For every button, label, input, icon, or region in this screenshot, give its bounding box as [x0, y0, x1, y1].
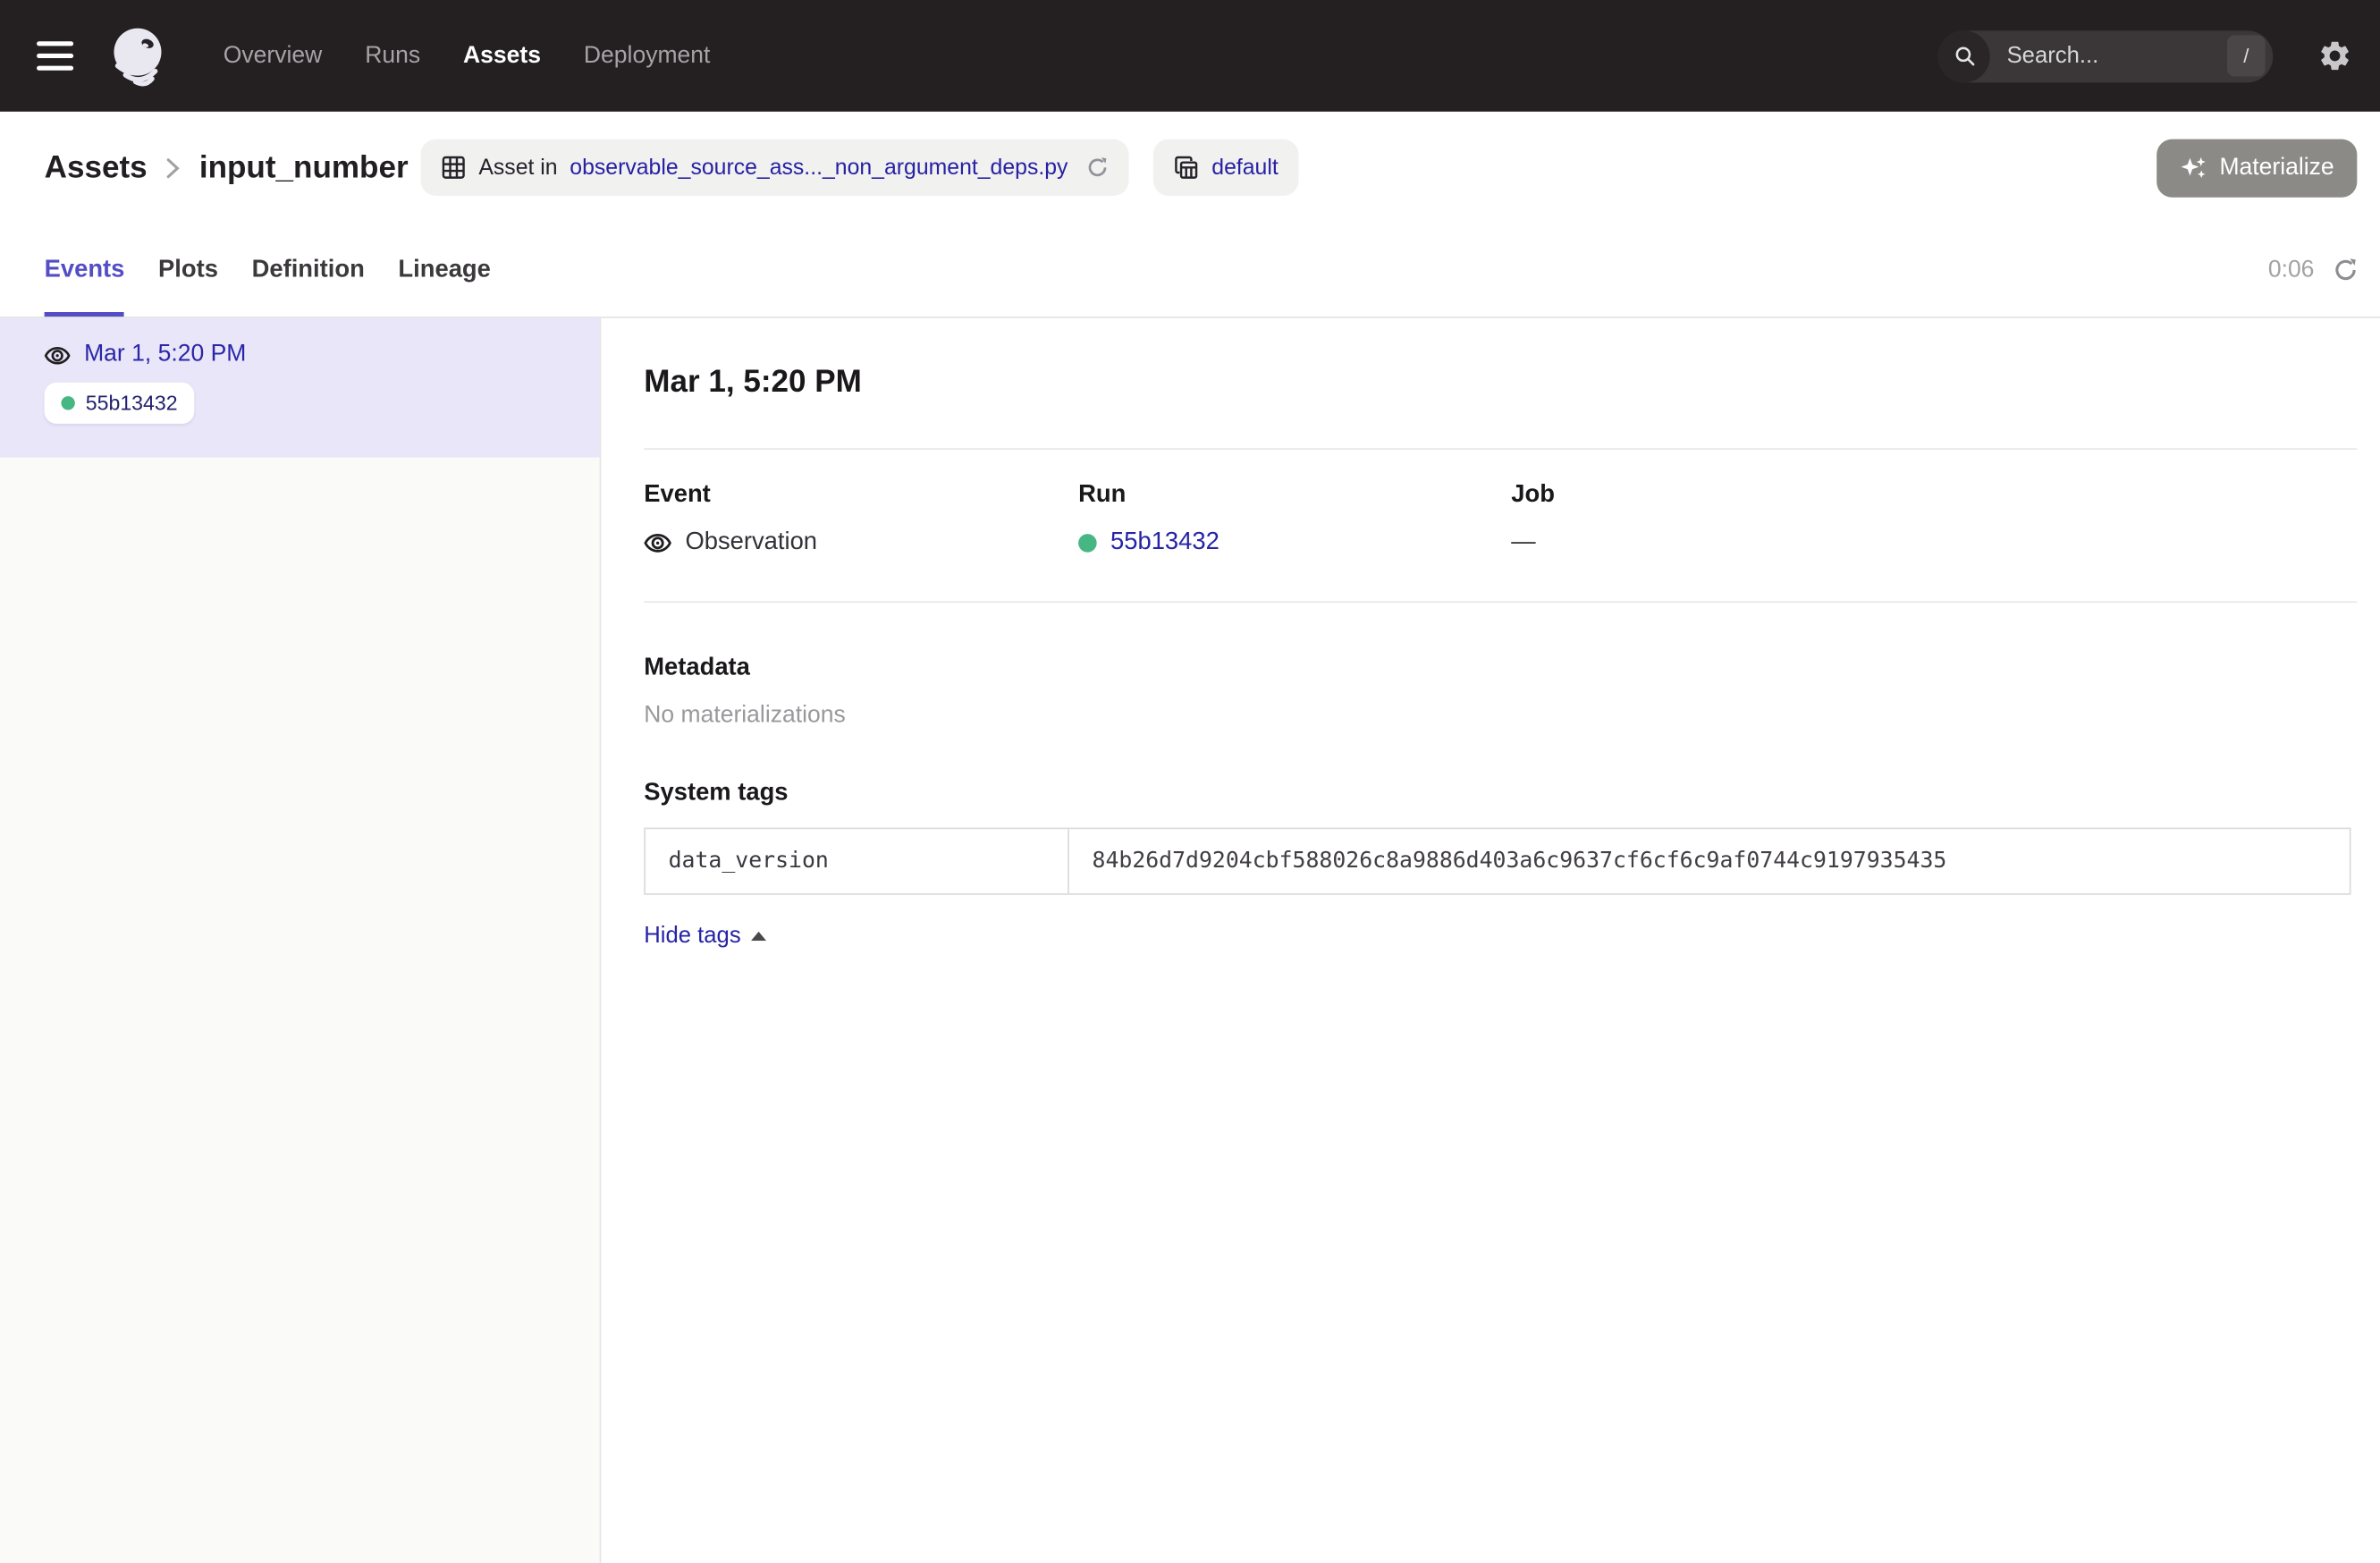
system-tags-table: data_version 84b26d7d9204cbf588026c8a988…: [644, 828, 2350, 895]
metadata-empty-message: No materializations: [644, 702, 2357, 730]
repo-icon: [1174, 155, 1200, 181]
hamburger-icon: [37, 41, 73, 46]
asset-definition-link[interactable]: observable_source_ass..._non_argument_de…: [570, 156, 1068, 180]
asset-definition-chip: Asset in observable_source_ass..._non_ar…: [420, 139, 1129, 196]
breadcrumb-assets-link[interactable]: Assets: [45, 149, 148, 186]
reload-icon: [1086, 156, 1110, 180]
tab-plots[interactable]: Plots: [158, 224, 218, 317]
nav-item-overview[interactable]: Overview: [224, 42, 323, 70]
tabs: Events Plots Definition Lineage: [45, 224, 491, 317]
triangle-up-icon: [752, 931, 767, 940]
settings-button[interactable]: [2317, 38, 2352, 73]
nav-item-runs[interactable]: Runs: [365, 42, 420, 70]
reload-definition-button[interactable]: [1086, 156, 1110, 180]
search-icon: [1938, 30, 1990, 81]
run-status-dot: [1078, 534, 1097, 553]
event-detail-title: Mar 1, 5:20 PM: [644, 364, 2357, 401]
materialize-label: Materialize: [2219, 154, 2334, 182]
job-column: Job —: [1511, 482, 2357, 557]
divider: [644, 601, 2357, 603]
eye-icon: [45, 345, 71, 365]
primary-nav: Overview Runs Assets Deployment: [224, 42, 711, 70]
refresh-button[interactable]: [2333, 257, 2359, 283]
event-type-value: Observation: [685, 529, 817, 557]
page-header: Assets input_number Asset in observable_…: [0, 112, 2380, 224]
event-label: Event: [644, 482, 1078, 510]
job-label: Job: [1511, 482, 2357, 510]
tab-bar: Events Plots Definition Lineage 0:06: [0, 224, 2380, 318]
octopus-icon: [105, 21, 176, 91]
nav-item-deployment[interactable]: Deployment: [584, 42, 711, 70]
run-id-link[interactable]: 55b13432: [1110, 529, 1220, 557]
search-input[interactable]: [2004, 41, 2227, 71]
hamburger-icon: [37, 54, 73, 58]
run-status-dot: [61, 396, 74, 410]
job-empty-value: —: [1511, 529, 1535, 557]
page-title: input_number: [199, 149, 409, 186]
tab-definition[interactable]: Definition: [252, 224, 365, 317]
materialize-button[interactable]: Materialize: [2156, 139, 2357, 197]
hide-tags-link[interactable]: Hide tags: [644, 923, 767, 949]
eye-icon: [644, 532, 671, 553]
asset-chip-prefix: Asset in: [478, 156, 557, 180]
run-id: 55b13432: [86, 392, 178, 415]
tag-value-cell: 84b26d7d9204cbf588026c8a9886d403a6c9637c…: [1069, 829, 2350, 893]
run-label: Run: [1078, 482, 1511, 510]
hide-tags-label: Hide tags: [644, 923, 740, 949]
run-column: Run 55b13432: [1078, 482, 1511, 557]
top-nav: Overview Runs Assets Deployment /: [0, 0, 2380, 112]
asset-table-icon: [441, 155, 467, 181]
event-timestamp: Mar 1, 5:20 PM: [84, 342, 246, 369]
tag-key-cell: data_version: [646, 829, 1069, 893]
metadata-heading: Metadata: [644, 655, 2357, 682]
refresh-icon: [2333, 257, 2359, 283]
event-list-sidebar: Mar 1, 5:20 PM 55b13432: [0, 318, 601, 1563]
repo-default-link[interactable]: default: [1211, 156, 1279, 180]
refresh-countdown: 0:06: [2268, 257, 2315, 284]
repo-chip: default: [1153, 139, 1298, 196]
system-tags-heading: System tags: [644, 781, 2357, 808]
menu-button[interactable]: [37, 41, 73, 71]
content-area: Mar 1, 5:20 PM 55b13432 Mar 1, 5:20 PM E…: [0, 318, 2380, 1563]
sparkle-icon: [2180, 154, 2207, 182]
tab-events[interactable]: Events: [45, 224, 125, 317]
search-box[interactable]: /: [1938, 30, 2274, 81]
dagster-logo[interactable]: [105, 21, 176, 91]
event-summary-columns: Event Observation Run: [644, 482, 2357, 557]
refresh-group: 0:06: [2268, 224, 2359, 317]
breadcrumb: Assets input_number: [45, 149, 409, 186]
event-list-item[interactable]: Mar 1, 5:20 PM 55b13432: [0, 318, 600, 458]
event-column: Event Observation: [644, 482, 1078, 557]
gear-icon: [2317, 38, 2352, 73]
slash-shortcut-badge: /: [2227, 35, 2266, 76]
event-detail-panel: Mar 1, 5:20 PM Event Observation: [601, 318, 2380, 1563]
chevron-right-icon: [165, 156, 181, 180]
tab-lineage[interactable]: Lineage: [398, 224, 490, 317]
app-window: Overview Runs Assets Deployment /: [0, 0, 2380, 1563]
nav-item-assets[interactable]: Assets: [463, 42, 541, 70]
nav-right-group: /: [1938, 30, 2353, 81]
run-chip[interactable]: 55b13432: [45, 383, 195, 424]
hamburger-icon: [37, 66, 73, 71]
divider: [644, 448, 2357, 450]
